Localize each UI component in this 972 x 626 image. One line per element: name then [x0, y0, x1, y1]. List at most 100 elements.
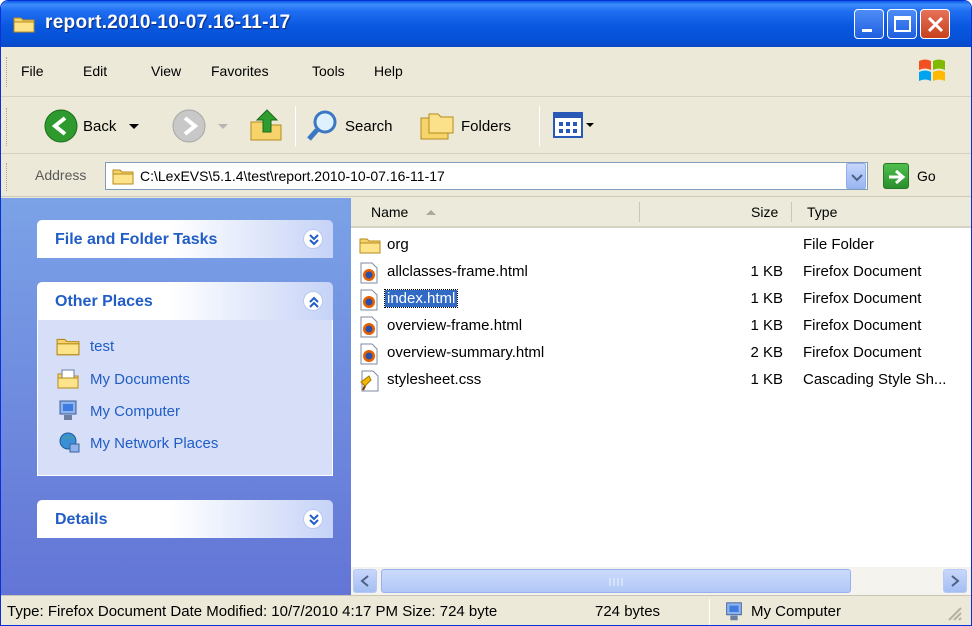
- column-divider: [791, 202, 792, 222]
- place-my-computer[interactable]: My Computer: [56, 400, 180, 422]
- file-type: Firefox Document: [803, 263, 922, 280]
- file-row[interactable]: org File Folder: [351, 232, 971, 259]
- status-size: 724 bytes: [595, 603, 661, 620]
- explorer-window: report.2010-10-07.16-11-17 File Edit Vie…: [0, 0, 972, 626]
- back-arrow-icon: [44, 109, 78, 143]
- details-header[interactable]: Details: [37, 500, 333, 538]
- file-name[interactable]: stylesheet.css: [385, 371, 483, 388]
- chevron-right-icon: [951, 575, 960, 587]
- file-row[interactable]: allclasses-frame.html 1 KB Firefox Documen…: [351, 259, 971, 286]
- place-test[interactable]: test: [56, 336, 114, 356]
- windows-logo-icon: [919, 59, 945, 81]
- scroll-thumb[interactable]: [381, 569, 851, 593]
- status-info: Type: Firefox Document Date Modified: 10…: [7, 603, 498, 620]
- file-size: 1 KB: [750, 317, 783, 334]
- window-title: report.2010-10-07.16-11-17: [45, 12, 291, 33]
- file-row[interactable]: index.html 1 KB Firefox Document: [351, 286, 971, 313]
- status-bar: Type: Firefox Document Date Modified: 10…: [1, 595, 971, 625]
- file-row[interactable]: overview-frame.html 1 KB Firefox Document: [351, 313, 971, 340]
- maximize-button[interactable]: [887, 9, 917, 39]
- views-icon: [553, 112, 583, 138]
- expand-chevron-icon[interactable]: [303, 509, 323, 529]
- search-button[interactable]: Search: [305, 108, 393, 144]
- menu-edit[interactable]: Edit: [83, 63, 107, 79]
- toolbar-grip[interactable]: [6, 57, 9, 87]
- menu-file[interactable]: File: [21, 63, 44, 79]
- chevron-down-icon: [586, 123, 594, 127]
- file-name[interactable]: org: [385, 236, 411, 253]
- file-type: File Folder: [803, 236, 874, 253]
- menu-view[interactable]: View: [151, 63, 181, 79]
- collapse-chevron-icon[interactable]: [303, 291, 323, 311]
- minimize-button[interactable]: [854, 9, 884, 39]
- column-header-name[interactable]: Name: [371, 204, 438, 220]
- scroll-left-button[interactable]: [353, 569, 377, 593]
- address-dropdown-button[interactable]: [846, 163, 866, 189]
- place-label: test: [90, 337, 115, 355]
- file-name[interactable]: overview-frame.html: [385, 317, 524, 334]
- file-name[interactable]: index.html: [383, 289, 459, 308]
- folder-icon: [56, 338, 80, 356]
- file-folder-tasks-title: File and Folder Tasks: [55, 231, 218, 248]
- go-button[interactable]: [883, 163, 909, 189]
- firefox-document-icon: [359, 289, 379, 314]
- address-value: C:\LexEVS\5.1.4\test\report.2010-10-07.1…: [140, 168, 445, 184]
- address-input[interactable]: C:\LexEVS\5.1.4\test\report.2010-10-07.1…: [105, 162, 868, 190]
- folder-icon: [112, 169, 134, 185]
- horizontal-scrollbar[interactable]: [351, 567, 971, 595]
- my-documents-icon: [57, 369, 79, 389]
- sort-ascending-icon: [426, 210, 437, 215]
- menu-favorites[interactable]: Favorites: [211, 63, 269, 79]
- place-my-documents[interactable]: My Documents: [56, 368, 190, 390]
- scroll-right-button[interactable]: [943, 569, 967, 593]
- expand-chevron-icon[interactable]: [303, 229, 323, 249]
- go-label[interactable]: Go: [917, 168, 936, 184]
- firefox-document-icon: [359, 343, 379, 368]
- chevron-down-icon: [851, 174, 863, 182]
- close-icon: [927, 16, 944, 33]
- file-type: Firefox Document: [803, 317, 922, 334]
- maximize-icon: [894, 16, 911, 32]
- search-icon: [307, 110, 337, 141]
- file-row[interactable]: overview-summary.html 2 KB Firefox Documen…: [351, 340, 971, 367]
- address-label: Address: [35, 167, 87, 183]
- other-places-header[interactable]: Other Places: [37, 282, 333, 320]
- menu-tools[interactable]: Tools: [312, 63, 345, 79]
- toolbar-grip[interactable]: [6, 108, 9, 146]
- menu-help[interactable]: Help: [374, 63, 403, 79]
- resize-grip-icon[interactable]: [945, 604, 965, 624]
- file-row[interactable]: stylesheet.css 1 KB Cascading Style Sh...: [351, 367, 971, 394]
- back-button[interactable]: Back: [43, 108, 142, 144]
- firefox-document-icon: [359, 316, 379, 341]
- up-folder-icon: [250, 109, 282, 141]
- place-my-network-places[interactable]: My Network Places: [56, 432, 218, 454]
- file-size: 1 KB: [750, 290, 783, 307]
- css-file-icon: [359, 370, 381, 395]
- back-label: Back: [83, 117, 117, 135]
- toolbar-grip[interactable]: [6, 163, 9, 191]
- other-places-panel: test My Documents My Computer My Network…: [37, 320, 333, 476]
- file-size: 2 KB: [750, 344, 783, 361]
- file-type: Firefox Document: [803, 290, 922, 307]
- file-size: 1 KB: [750, 263, 783, 280]
- details-title: Details: [55, 511, 108, 528]
- views-button[interactable]: [553, 110, 595, 140]
- place-label: My Documents: [90, 370, 191, 388]
- file-name[interactable]: allclasses-frame.html: [385, 263, 530, 280]
- column-divider: [639, 202, 640, 222]
- title-bar[interactable]: report.2010-10-07.16-11-17: [1, 1, 971, 47]
- column-header-size[interactable]: Size: [751, 204, 778, 220]
- network-places-icon: [59, 432, 80, 453]
- file-folder-tasks-header[interactable]: File and Folder Tasks: [37, 220, 333, 258]
- my-computer-icon: [59, 400, 77, 420]
- folders-button[interactable]: Folders: [419, 108, 511, 144]
- forward-button[interactable]: [171, 108, 231, 144]
- column-header-type[interactable]: Type: [807, 204, 837, 220]
- up-folder-button[interactable]: [247, 106, 285, 144]
- close-button[interactable]: [920, 9, 950, 39]
- file-name[interactable]: overview-summary.html: [385, 344, 546, 361]
- chevron-left-icon: [360, 575, 369, 587]
- my-computer-icon: [726, 602, 742, 621]
- chevron-down-icon: [218, 124, 228, 129]
- file-list: Name Size Type org File Folder allclasses-…: [351, 198, 971, 595]
